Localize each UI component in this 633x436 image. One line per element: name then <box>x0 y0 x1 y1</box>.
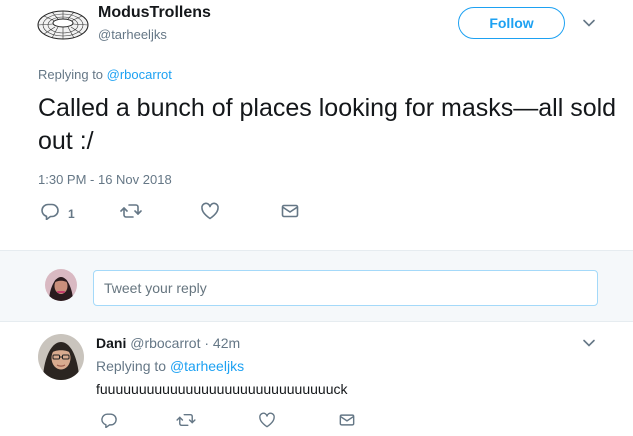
replying-prefix: Replying to <box>38 67 107 82</box>
reply-tweet: Dani @rbocarrot · 42m Replying to @tarhe… <box>0 322 633 436</box>
direct-message-button[interactable] <box>280 202 300 225</box>
reply-button[interactable]: 1 <box>40 202 75 225</box>
follow-button[interactable]: Follow <box>458 7 565 39</box>
replying-to: Replying to @tarheeljks <box>96 358 244 374</box>
separator-dot: · <box>204 335 210 351</box>
timestamp[interactable]: 1:30 PM - 16 Nov 2018 <box>38 172 172 187</box>
avatar[interactable] <box>36 2 90 48</box>
user-handle[interactable]: @tarheeljks <box>98 27 167 42</box>
direct-message-icon <box>338 412 356 433</box>
reply-icon <box>100 412 118 433</box>
timestamp[interactable]: 42m <box>213 335 240 351</box>
replying-to-link[interactable]: @tarheeljks <box>170 358 244 374</box>
like-icon <box>200 202 220 225</box>
tweet-text: fuuuuuuuuuuuuuuuuuuuuuuuuuuuuuuck <box>96 381 348 397</box>
avatar[interactable] <box>38 334 84 380</box>
user-handle[interactable]: @rbocarrot <box>130 335 200 351</box>
retweet-button[interactable] <box>176 412 196 433</box>
replying-prefix: Replying to <box>96 358 170 374</box>
display-name[interactable]: Dani <box>96 335 126 351</box>
replying-to: Replying to @rbocarrot <box>38 67 172 82</box>
reply-count: 1 <box>68 206 75 221</box>
reply-input[interactable] <box>93 270 598 306</box>
reply-icon <box>40 202 60 225</box>
like-icon <box>258 412 276 433</box>
tweet-actions <box>96 412 396 432</box>
avatar[interactable] <box>45 269 77 301</box>
chevron-down-icon[interactable] <box>582 336 596 350</box>
like-button[interactable] <box>258 412 276 433</box>
like-button[interactable] <box>200 202 220 225</box>
direct-message-button[interactable] <box>338 412 356 433</box>
reply-header: Dani @rbocarrot · 42m <box>96 335 240 351</box>
retweet-icon <box>120 202 142 225</box>
main-tweet: ModusTrollens @tarheeljks Follow Replyin… <box>0 0 633 248</box>
retweet-button[interactable] <box>120 202 142 225</box>
chevron-down-icon[interactable] <box>582 16 596 30</box>
display-name[interactable]: ModusTrollens <box>98 4 211 22</box>
reply-button[interactable] <box>100 412 118 433</box>
tweet-text: Called a bunch of places looking for mas… <box>38 94 617 155</box>
tweet-actions: 1 <box>36 202 336 224</box>
replying-to-link[interactable]: @rbocarrot <box>107 67 172 82</box>
reply-composer <box>0 250 633 322</box>
retweet-icon <box>176 412 196 433</box>
direct-message-icon <box>280 202 300 225</box>
